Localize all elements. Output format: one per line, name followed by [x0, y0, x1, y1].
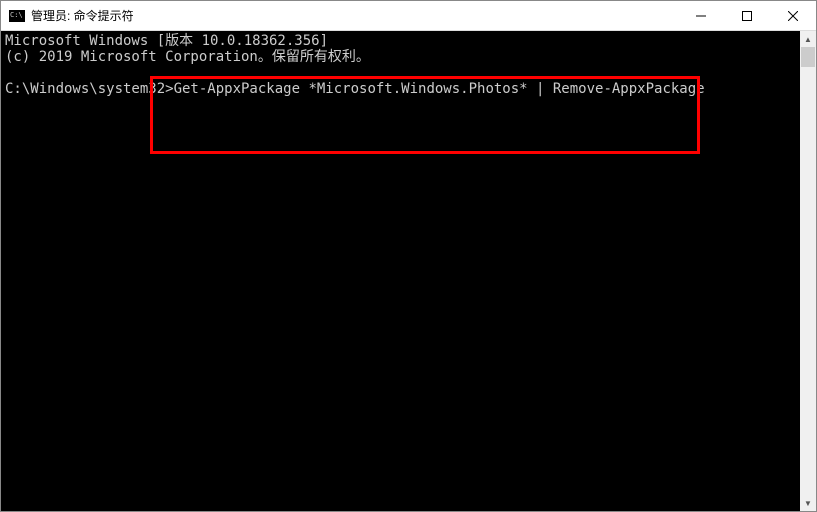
terminal-line-version: Microsoft Windows [版本 10.0.18362.356] — [5, 33, 328, 49]
close-button[interactable] — [770, 1, 816, 30]
vertical-scrollbar[interactable]: ▲ ▼ — [800, 31, 816, 511]
terminal-command: Get-AppxPackage *Microsoft.Windows.Photo… — [174, 81, 705, 97]
cmd-icon — [9, 10, 25, 22]
terminal-line-copyright: (c) 2019 Microsoft Corporation。保留所有权利。 — [5, 49, 370, 65]
maximize-button[interactable] — [724, 1, 770, 30]
terminal-prompt: C:\Windows\system32> — [5, 81, 174, 97]
titlebar: 管理员: 命令提示符 — [1, 1, 816, 31]
scrollbar-up-button[interactable]: ▲ — [800, 31, 816, 47]
window-title: 管理员: 命令提示符 — [31, 7, 678, 24]
minimize-button[interactable] — [678, 1, 724, 30]
window-controls — [678, 1, 816, 30]
terminal-area: Microsoft Windows [版本 10.0.18362.356] (c… — [1, 31, 816, 511]
scrollbar-down-button[interactable]: ▼ — [800, 495, 816, 511]
scrollbar-thumb[interactable] — [801, 47, 815, 67]
terminal-content[interactable]: Microsoft Windows [版本 10.0.18362.356] (c… — [1, 31, 800, 511]
